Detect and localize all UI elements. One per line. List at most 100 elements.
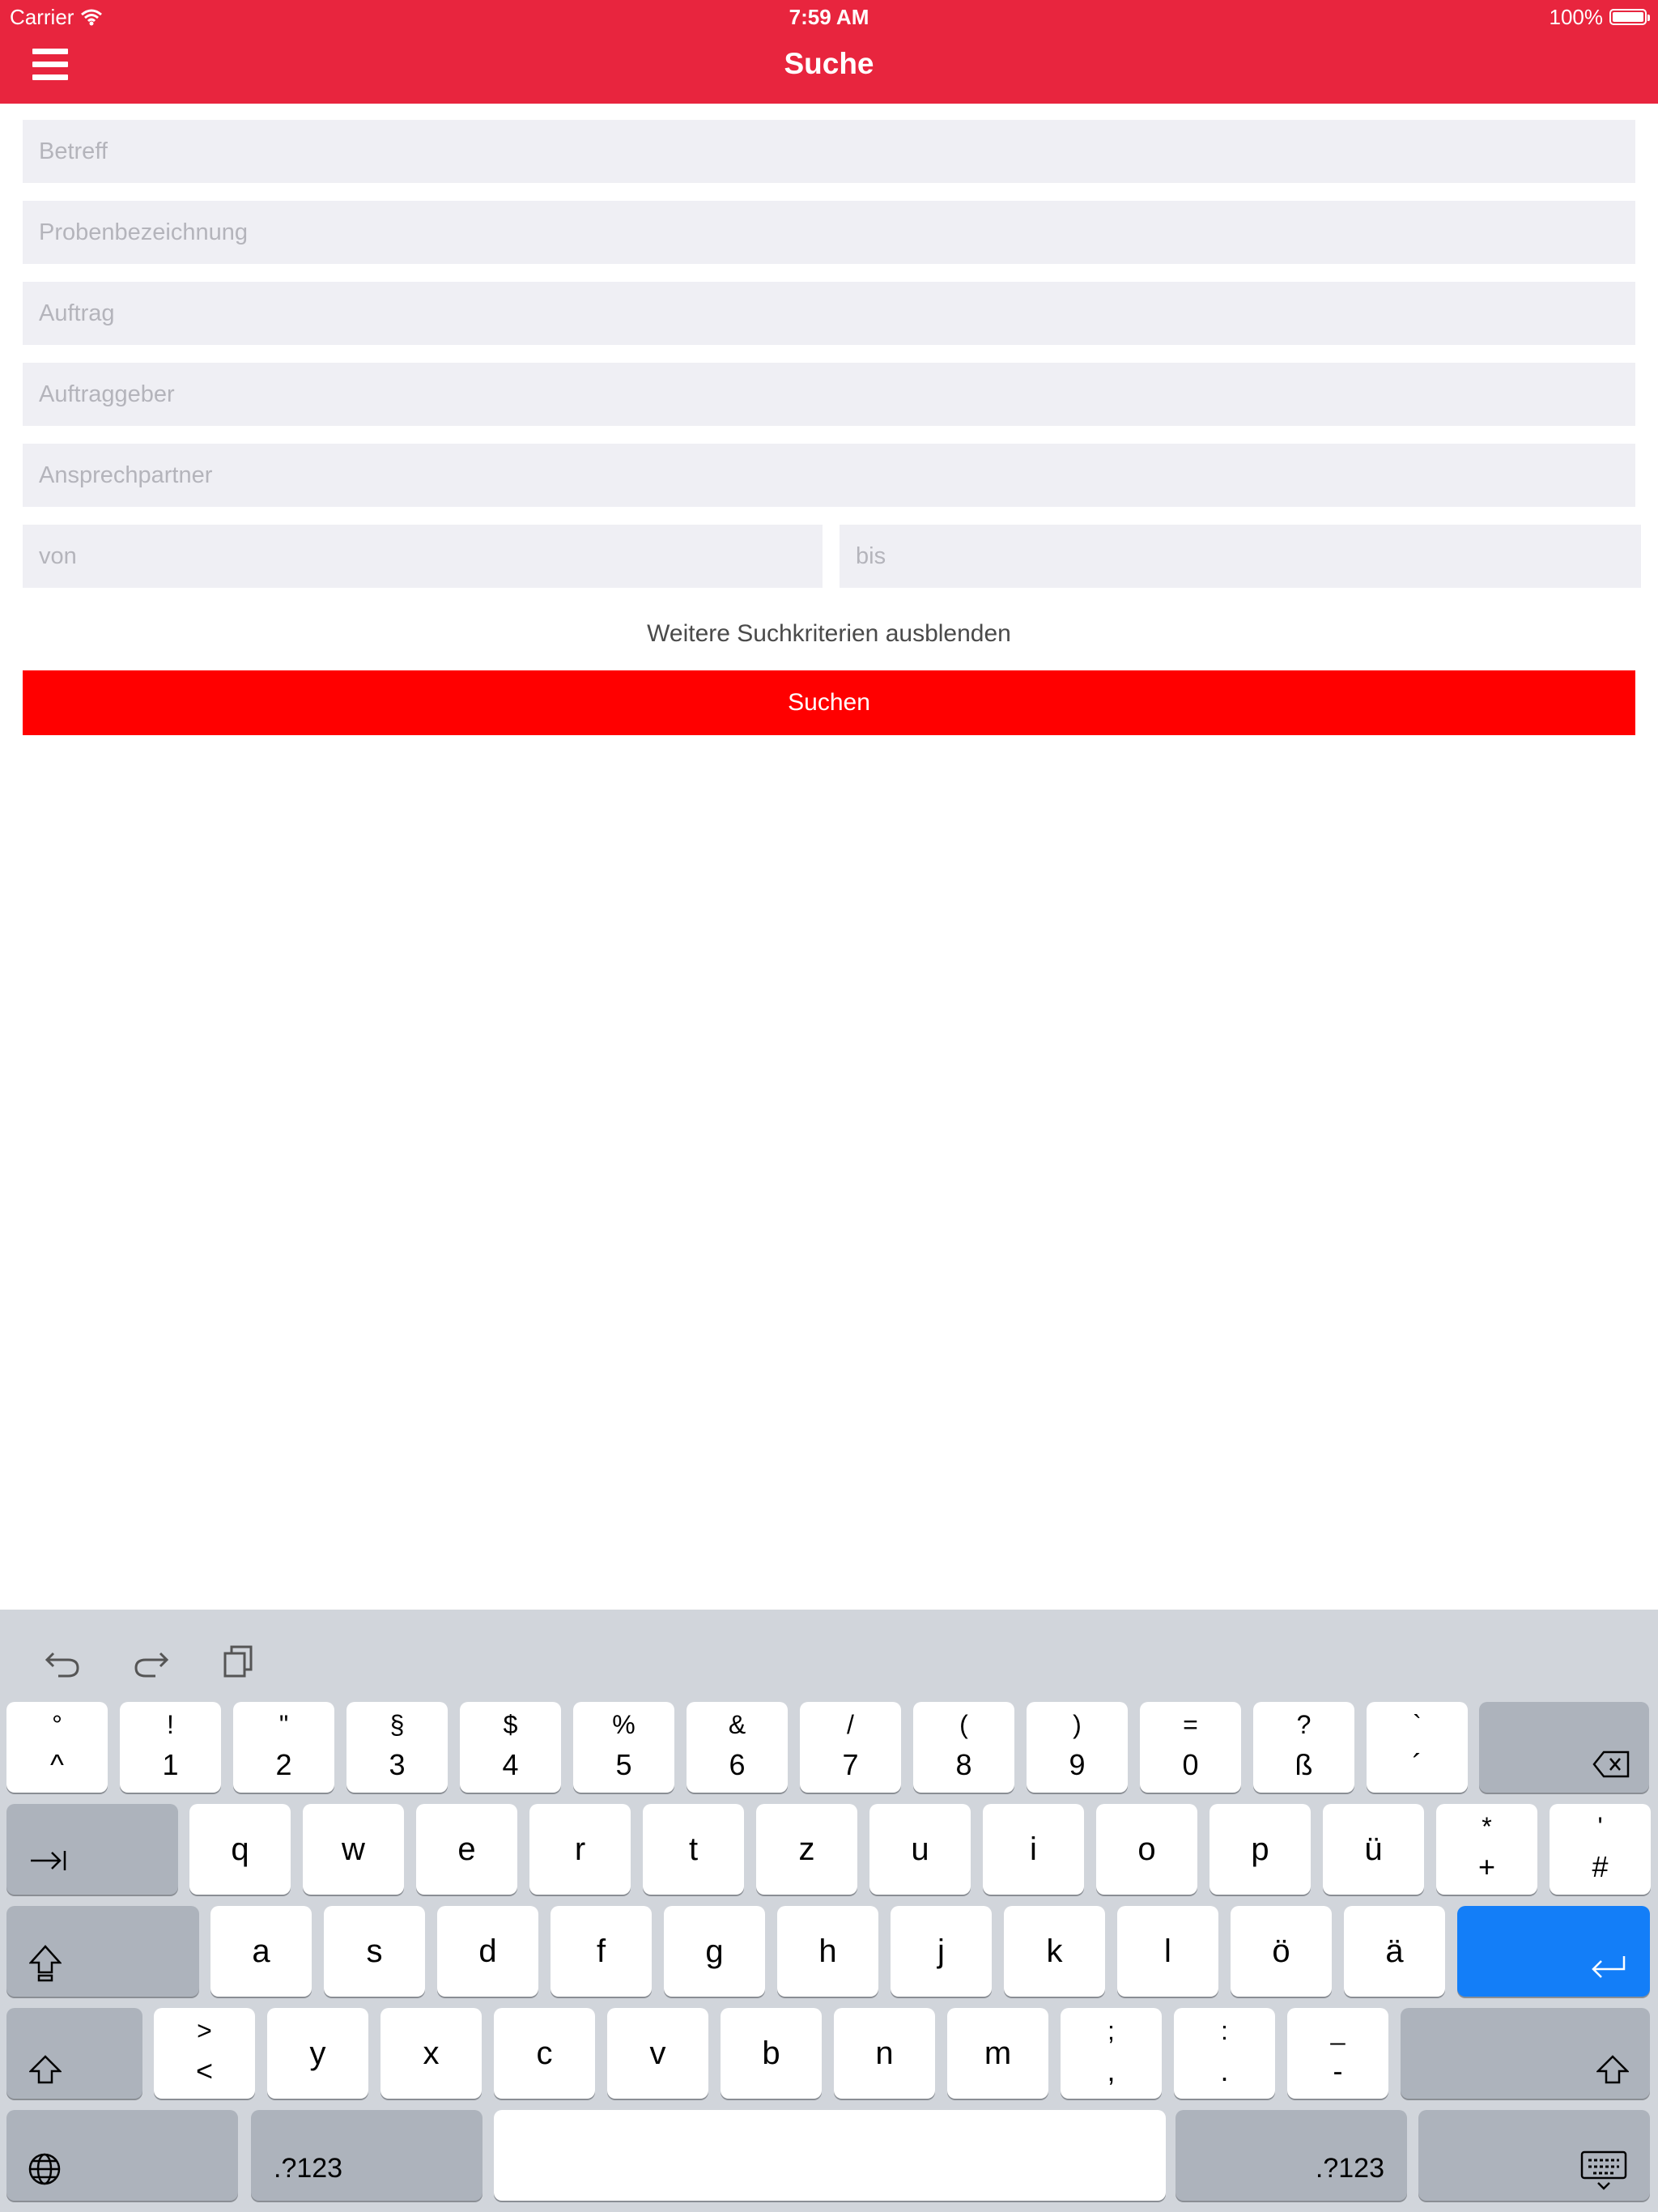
key-u[interactable]: u	[869, 1804, 971, 1895]
key-n[interactable]: n	[834, 2008, 935, 2099]
key-row1-4[interactable]: $4	[460, 1702, 561, 1793]
key-letter: p	[1251, 1831, 1269, 1867]
toggle-more-criteria-link[interactable]: Weitere Suchkriterien ausblenden	[0, 620, 1658, 648]
return-key[interactable]	[1457, 1906, 1650, 1997]
key-symbol: ^	[50, 1748, 64, 1781]
key-x[interactable]: x	[380, 2008, 482, 2099]
key-row1-0[interactable]: ° ^	[6, 1702, 108, 1793]
key-row2-symbol-0[interactable]: * +	[1436, 1804, 1537, 1895]
on-screen-keyboard: ° ^! 1 " 2 § 3 $4% 5 & 6/7(8) 9 = 0? ß ` ´ q w e r t z u i o p ü * + '…	[0, 1610, 1658, 2212]
key-letter: g	[705, 1933, 724, 1969]
key-a[interactable]: a	[210, 1906, 312, 1997]
key-symbol: ß	[1295, 1748, 1313, 1781]
delete-key[interactable]	[1479, 1702, 1649, 1793]
search-button[interactable]: Suchen	[23, 670, 1635, 735]
shift-right-key[interactable]	[1401, 2008, 1650, 2099]
key-symbol: ,	[1107, 2054, 1116, 2087]
key-row1-8[interactable]: (8	[913, 1702, 1014, 1793]
key-row4-symbol-1[interactable]: :.	[1174, 2008, 1275, 2099]
redo-icon[interactable]	[131, 1642, 170, 1681]
paste-icon[interactable]	[220, 1642, 259, 1681]
key-row1-1[interactable]: ! 1	[120, 1702, 221, 1793]
key-row4-symbol-0[interactable]: ;,	[1061, 2008, 1162, 2099]
tab-key[interactable]	[6, 1804, 178, 1895]
key-v[interactable]: v	[607, 2008, 708, 2099]
key-y[interactable]: y	[267, 2008, 368, 2099]
undo-icon[interactable]	[44, 1642, 83, 1681]
key-z[interactable]: z	[756, 1804, 857, 1895]
key-row2-symbol-1[interactable]: ' #	[1550, 1804, 1651, 1895]
key-shift-symbol: /	[847, 1710, 854, 1739]
key-k[interactable]: k	[1004, 1906, 1105, 1997]
key-letter: m	[984, 2035, 1012, 2071]
key-shift-symbol: `	[1413, 1710, 1422, 1739]
key-row1-6[interactable]: & 6	[687, 1702, 788, 1793]
date-from-field[interactable]	[23, 525, 823, 588]
numbers-label: .?123	[1315, 2153, 1384, 2184]
key-row1-2[interactable]: " 2	[233, 1702, 334, 1793]
numbers-key-left[interactable]: .?123	[251, 2110, 483, 2201]
key-row1-9[interactable]: ) 9	[1027, 1702, 1128, 1793]
key-ü[interactable]: ü	[1323, 1804, 1424, 1895]
key-shift-symbol: _	[1330, 2016, 1346, 2045]
key-o[interactable]: o	[1096, 1804, 1197, 1895]
key-symbol: 2	[275, 1748, 292, 1781]
key-row1-3[interactable]: § 3	[346, 1702, 448, 1793]
key-r[interactable]: r	[529, 1804, 631, 1895]
numbers-key-right[interactable]: .?123	[1175, 2110, 1407, 2201]
key-c[interactable]: c	[494, 2008, 595, 2099]
space-bar-key[interactable]	[494, 2110, 1166, 2201]
key-shift-symbol: )	[1073, 1710, 1082, 1739]
key-shift-symbol: %	[612, 1710, 636, 1739]
ansprechpartner-field[interactable]	[23, 444, 1635, 507]
navigation-bar: Carrier 7:59 AM 100% Suche	[0, 0, 1658, 104]
key-row1-11[interactable]: ? ß	[1253, 1702, 1354, 1793]
key-j[interactable]: j	[891, 1906, 992, 1997]
globe-key[interactable]	[6, 2110, 238, 2201]
key-w[interactable]: w	[303, 1804, 404, 1895]
key-symbol: 1	[162, 1748, 179, 1781]
key-row1-5[interactable]: % 5	[573, 1702, 674, 1793]
key-ä[interactable]: ä	[1344, 1906, 1445, 1997]
hide-keyboard-key[interactable]	[1418, 2110, 1650, 2201]
key-letter: u	[911, 1831, 929, 1867]
caps-lock-key[interactable]	[6, 1906, 199, 1997]
key-b[interactable]: b	[721, 2008, 822, 2099]
key-i[interactable]: i	[983, 1804, 1084, 1895]
key-row1-12[interactable]: ` ´	[1367, 1702, 1468, 1793]
key-ö[interactable]: ö	[1231, 1906, 1332, 1997]
date-to-field[interactable]	[840, 525, 1641, 588]
key-angle-brackets[interactable]: > <	[154, 2008, 255, 2099]
probenbezeichnung-field[interactable]	[23, 201, 1635, 264]
key-p[interactable]: p	[1209, 1804, 1311, 1895]
key-g[interactable]: g	[664, 1906, 765, 1997]
key-s[interactable]: s	[324, 1906, 425, 1997]
key-letter: z	[798, 1831, 815, 1867]
key-f[interactable]: f	[551, 1906, 652, 1997]
auftrag-field[interactable]	[23, 282, 1635, 345]
key-d[interactable]: d	[437, 1906, 538, 1997]
key-row1-10[interactable]: = 0	[1140, 1702, 1241, 1793]
key-l[interactable]: l	[1117, 1906, 1218, 1997]
betreff-field[interactable]	[23, 120, 1635, 183]
key-shift-symbol: =	[1183, 1710, 1198, 1739]
auftraggeber-field[interactable]	[23, 363, 1635, 426]
key-row4-symbol-2[interactable]: _ -	[1287, 2008, 1388, 2099]
key-letter: x	[423, 2035, 440, 2071]
key-h[interactable]: h	[777, 1906, 878, 1997]
key-letter: ö	[1272, 1933, 1290, 1969]
key-symbol: 4	[502, 1748, 519, 1781]
key-row1-7[interactable]: /7	[800, 1702, 901, 1793]
status-time: 7:59 AM	[789, 5, 869, 29]
key-symbol: 6	[729, 1748, 746, 1781]
key-shift-symbol: &	[728, 1710, 746, 1739]
key-t[interactable]: t	[643, 1804, 744, 1895]
key-shift-symbol: ?	[1296, 1710, 1312, 1739]
key-symbol: +	[1477, 1850, 1496, 1883]
key-symbol: 5	[615, 1748, 632, 1781]
shift-left-key[interactable]	[6, 2008, 142, 2099]
key-shift-symbol: ;	[1107, 2016, 1115, 2045]
key-e[interactable]: e	[416, 1804, 517, 1895]
key-q[interactable]: q	[189, 1804, 291, 1895]
key-m[interactable]: m	[947, 2008, 1048, 2099]
